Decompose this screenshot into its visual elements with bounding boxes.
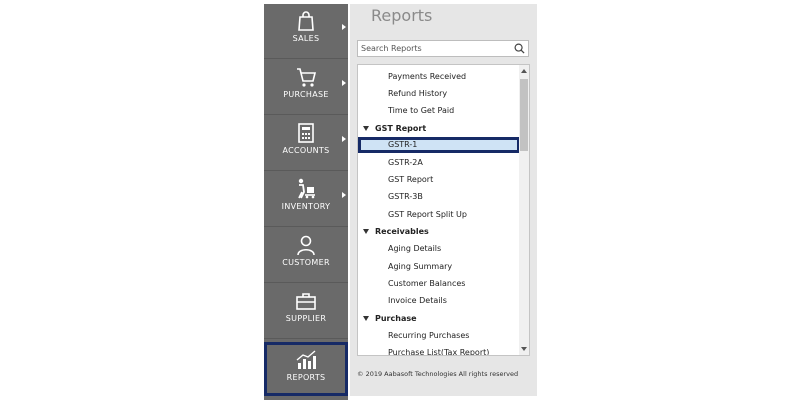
chevron-right-icon <box>342 192 346 198</box>
scroll-thumb[interactable] <box>520 79 528 151</box>
scroll-up-icon[interactable] <box>521 69 527 73</box>
search-icon[interactable] <box>514 43 525 54</box>
scrollbar[interactable] <box>519 65 529 355</box>
tree-group-gst-report[interactable]: GST Report <box>358 121 520 137</box>
nav-label: CUSTOMER <box>282 258 330 267</box>
nav-label: ACCOUNTS <box>282 146 330 155</box>
briefcase-icon <box>296 293 316 310</box>
tree-group-purchase[interactable]: Purchase <box>358 311 520 327</box>
chevron-right-icon <box>342 24 346 30</box>
nav-supplier[interactable]: SUPPLIER <box>264 284 348 339</box>
nav-reports[interactable]: REPORTS <box>264 342 348 396</box>
tree-item-aging-details[interactable]: Aging Details <box>358 241 520 257</box>
nav-label: SUPPLIER <box>285 314 327 323</box>
collapse-triangle-icon[interactable] <box>363 126 369 131</box>
report-tree: Payments Received Refund History Time to… <box>357 64 530 356</box>
tree-item-gstr-3b[interactable]: GSTR-3B <box>358 189 520 205</box>
group-label: Receivables <box>375 227 429 236</box>
tree-group-receivables[interactable]: Receivables <box>358 224 520 240</box>
tree-item-gst-report[interactable]: GST Report <box>358 172 520 188</box>
tree-item-refund-history[interactable]: Refund History <box>358 86 520 102</box>
calculator-icon <box>298 123 314 143</box>
tree-item-gst-report-split-up[interactable]: GST Report Split Up <box>358 207 520 223</box>
tree-item-time-to-get-paid[interactable]: Time to Get Paid <box>358 103 520 119</box>
chevron-right-icon <box>342 136 346 142</box>
nav-label: INVENTORY <box>281 202 331 211</box>
person-icon <box>297 235 315 256</box>
bar-chart-icon <box>296 350 316 369</box>
hand-truck-icon <box>298 178 315 199</box>
nav-label: PURCHASE <box>283 90 329 99</box>
tree-item-gstr-2a[interactable]: GSTR-2A <box>358 155 520 171</box>
tree-item-invoice-details[interactable]: Invoice Details <box>358 293 520 309</box>
tree-item-purchase-list-tax-report[interactable]: Purchase List(Tax Report) <box>358 345 520 355</box>
nav-sales[interactable]: SALES <box>264 4 348 59</box>
nav-label: REPORTS <box>286 373 326 382</box>
tree-item-aging-summary[interactable]: Aging Summary <box>358 259 520 275</box>
nav-accounts[interactable]: ACCOUNTS <box>264 116 348 171</box>
nav-label: SALES <box>292 34 320 43</box>
page-title: Reports <box>371 6 433 25</box>
nav-inventory[interactable]: INVENTORY <box>264 172 348 227</box>
search-input[interactable] <box>358 41 511 56</box>
collapse-triangle-icon[interactable] <box>363 229 369 234</box>
group-label: Purchase <box>375 314 417 323</box>
copyright-footer: © 2019 Aabasoft Technologies All rights … <box>357 370 519 378</box>
chevron-right-icon <box>342 80 346 86</box>
search-box <box>357 40 529 57</box>
sidebar: SALES PURCHASE ACCOUNTS INVENTORY CUSTOM… <box>264 4 348 400</box>
scroll-down-icon[interactable] <box>521 347 527 351</box>
tree-item-customer-balances[interactable]: Customer Balances <box>358 276 520 292</box>
shopping-bag-icon <box>298 11 314 31</box>
collapse-triangle-icon[interactable] <box>363 316 369 321</box>
tree-item-recurring-purchases[interactable]: Recurring Purchases <box>358 328 520 344</box>
nav-purchase[interactable]: PURCHASE <box>264 60 348 115</box>
tree-item-gstr-1[interactable]: GSTR-1 <box>358 137 520 153</box>
cart-icon <box>297 68 317 87</box>
tree-item-payments-received[interactable]: Payments Received <box>358 69 520 85</box>
group-label: GST Report <box>375 124 427 133</box>
nav-customer[interactable]: CUSTOMER <box>264 228 348 283</box>
